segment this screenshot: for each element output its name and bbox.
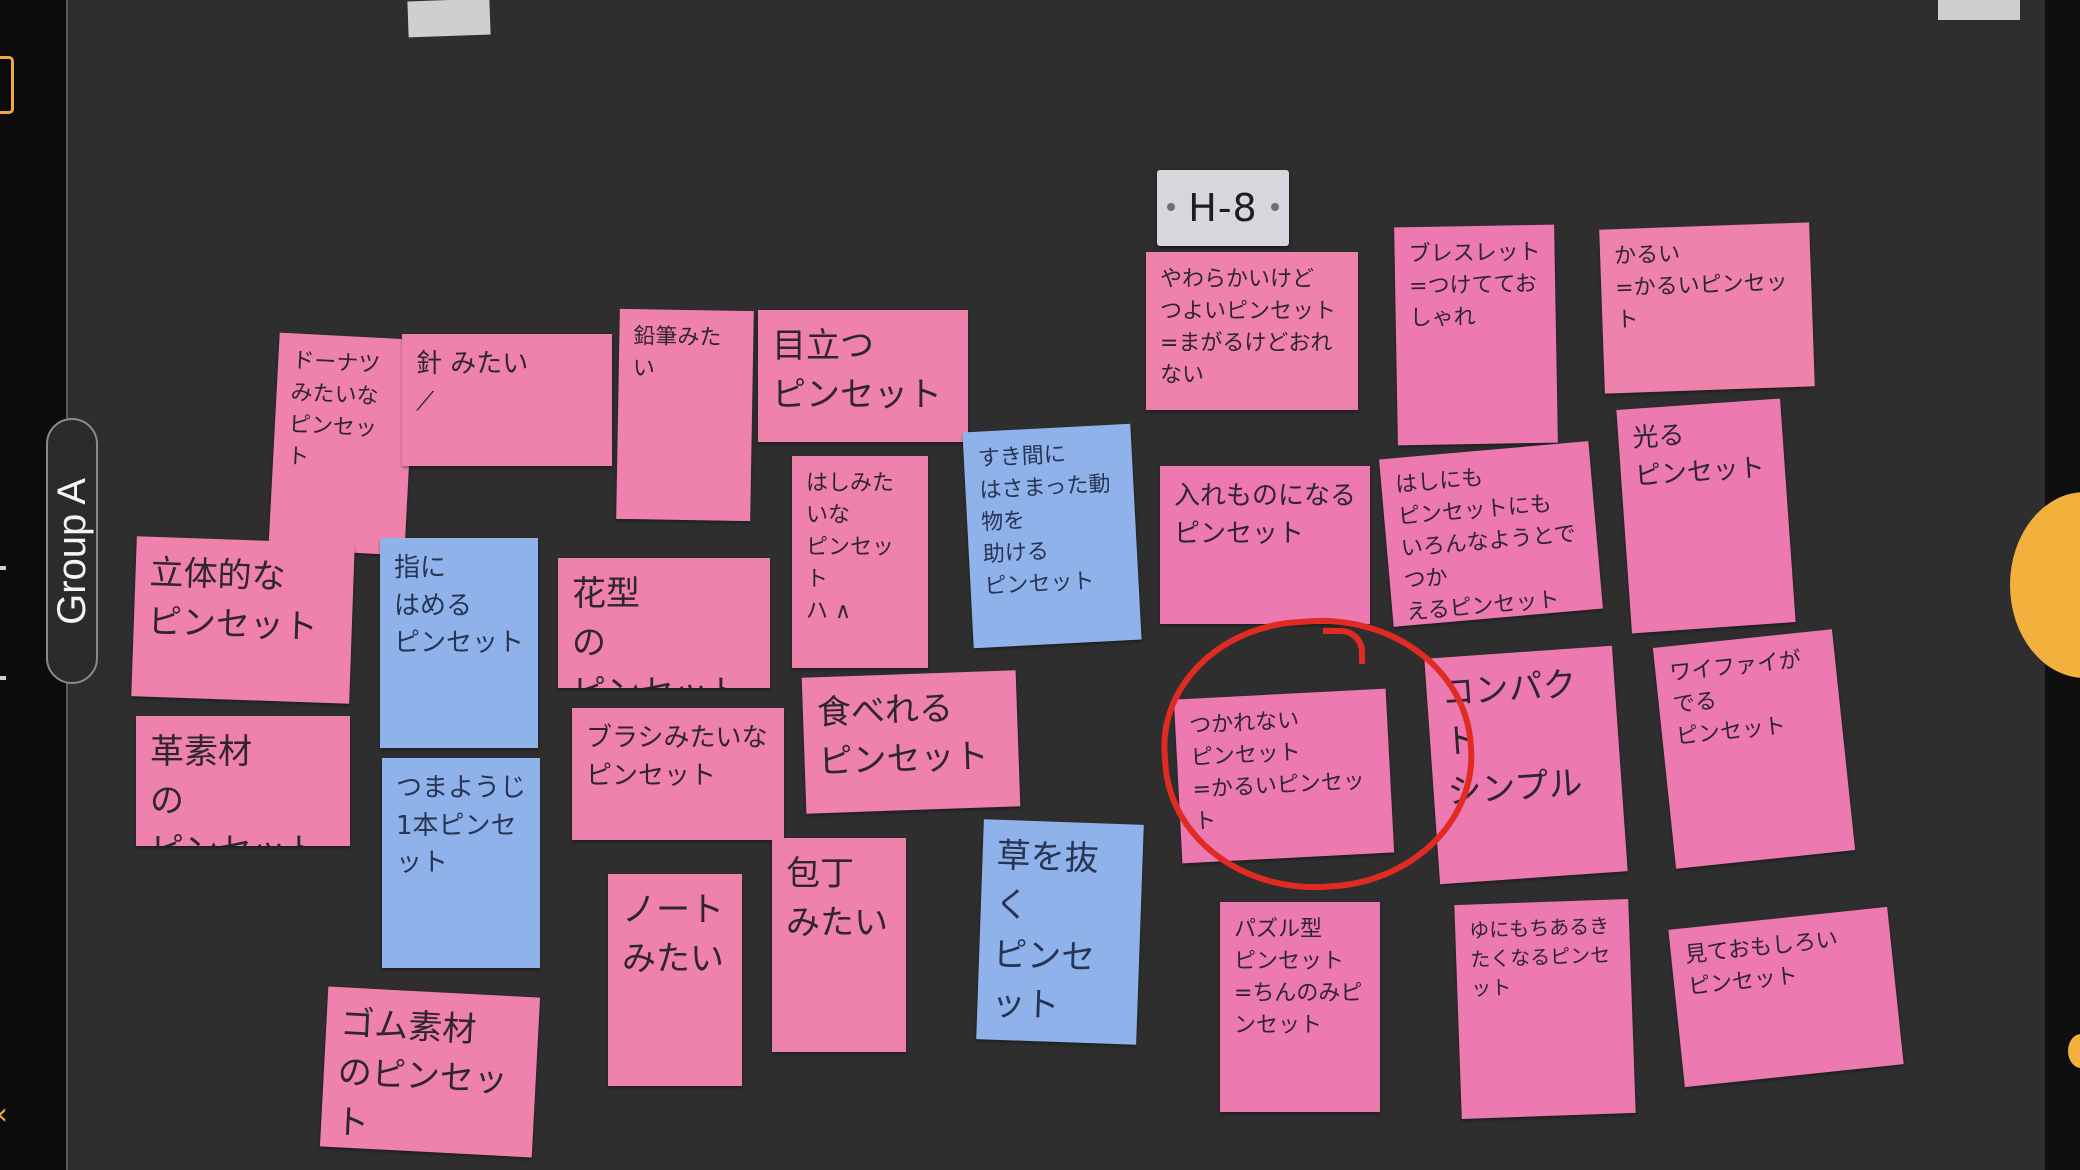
sticky-note[interactable]: ドーナツみたいな ピンセット — [268, 332, 416, 556]
sticky-note[interactable]: ブレスレット =つけてておしゃれ — [1394, 224, 1558, 446]
sticky-note[interactable]: はしみたいな ピンセット ハ ∧ — [792, 456, 928, 668]
group-tab[interactable]: Group A — [46, 418, 98, 684]
sticky-note[interactable]: 立体的な ピンセット — [131, 536, 355, 704]
sticky-note[interactable]: はしにも ピンセットにも いろんなようとでつか えるピンセット — [1379, 441, 1603, 627]
sticky-note[interactable]: やわらかいけど つよいピンセット =まがるけどおれない — [1146, 252, 1358, 410]
sticky-note[interactable]: ゆにもちあるき たくなるピンセット — [1454, 899, 1636, 1119]
sticky-note[interactable]: 花型 の ピンセット — [558, 558, 770, 688]
sticky-note[interactable]: 食べれる ピンセット — [801, 670, 1021, 814]
sticky-note[interactable]: ブラシみたいな ピンセット — [572, 708, 784, 840]
sticky-note[interactable]: 目立つ ピンセット — [758, 310, 968, 442]
sticky-note[interactable]: 革素材 の ピンセット — [136, 716, 350, 846]
sticky-note[interactable]: パズル型 ピンセット =ちんのみピンセット — [1220, 902, 1380, 1112]
sticky-note[interactable]: 光る ピンセット — [1616, 398, 1796, 634]
whiteboard-canvas[interactable]: H-8 ドーナツみたいな ピンセット 針 みたい ⟋ 鉛筆みたい 目立つ ピンセ… — [66, 0, 2049, 1170]
sticky-note[interactable]: 草を抜く ピンセット — [976, 819, 1144, 1045]
frame-tool-icon[interactable] — [0, 56, 14, 114]
sticky-note[interactable]: つまようじ 1本ピンセット — [382, 758, 540, 968]
sticky-note[interactable]: 見ておもしろい ピンセット — [1668, 906, 1904, 1088]
sticky-note[interactable]: 針 みたい ⟋ — [402, 334, 612, 466]
tape — [407, 0, 491, 38]
sticky-note[interactable]: すき間に はさまった動物を 助ける ピンセット — [962, 423, 1142, 649]
screw-icon — [1167, 203, 1175, 211]
sticky-note[interactable]: ゴム素材 のピンセット — [319, 986, 541, 1158]
group-label: Group A — [49, 477, 94, 625]
tape — [1938, 0, 2020, 20]
sticky-note[interactable]: 指に はめる ピンセット — [380, 538, 538, 748]
sticky-note[interactable]: 鉛筆みたい — [616, 308, 754, 522]
divider-mark — [0, 566, 6, 570]
board-label: H-8 — [1188, 186, 1258, 230]
screw-icon — [1271, 203, 1279, 211]
chevron-icon[interactable]: ‹ — [0, 1100, 8, 1130]
sticky-note[interactable]: ワイファイがでる ピンセット — [1652, 629, 1856, 869]
sticky-note[interactable]: ノート みたい — [608, 874, 742, 1086]
board-label-plate: H-8 — [1157, 170, 1289, 246]
sticky-note[interactable]: 包丁 みたい — [772, 838, 906, 1052]
sticky-note[interactable]: かるい =かるいピンセット — [1599, 222, 1815, 394]
sticky-note[interactable]: 入れものになる ピンセット — [1160, 466, 1370, 624]
divider-mark — [0, 676, 6, 680]
